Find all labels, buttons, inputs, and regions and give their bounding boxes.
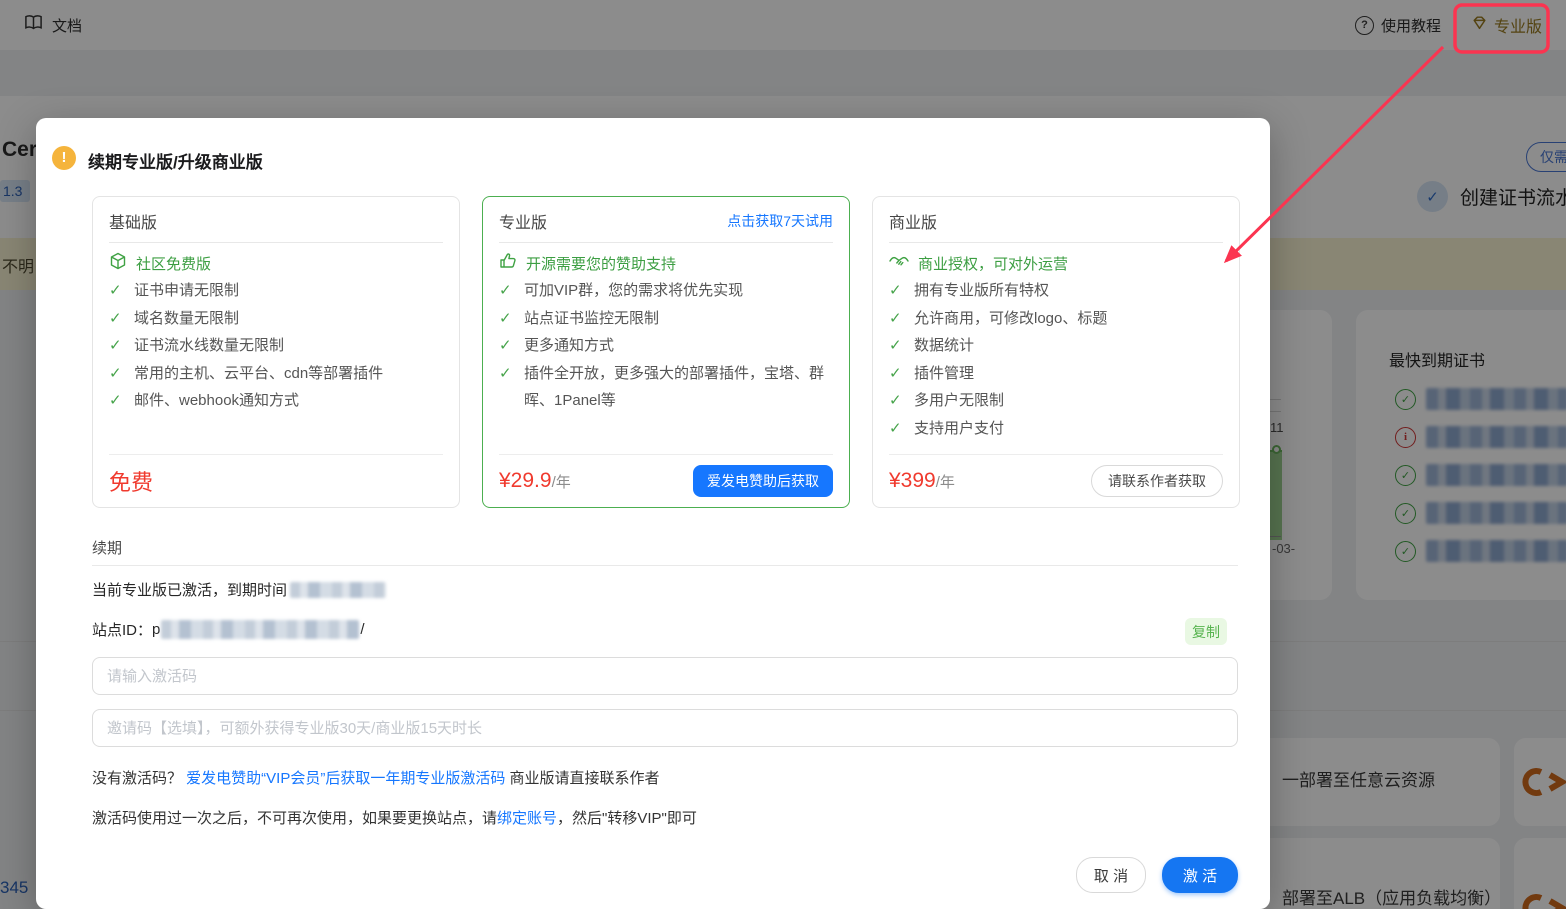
check-icon: [499, 360, 514, 415]
check-icon: [889, 387, 904, 415]
check-icon: [499, 332, 514, 360]
cube-icon: [109, 252, 127, 274]
plan-name: 商业版: [889, 215, 938, 232]
plan-cards: 基础版 社区免费版 证书申请无限制 域名数量无限制 证书流水线数量无限制 常用的…: [92, 196, 1240, 508]
check-icon: [109, 277, 124, 305]
warning-icon: [52, 146, 76, 170]
check-icon: [499, 277, 514, 305]
copy-button[interactable]: 复制: [1185, 618, 1227, 645]
check-icon: [499, 305, 514, 333]
redacted-site-id: [161, 620, 360, 639]
page: 文档 使用教程 专业版 Cer 1.3 不明 345 仅需: [0, 0, 1566, 909]
trial-link[interactable]: 点击获取7天试用: [727, 211, 833, 231]
renew-divider: [92, 565, 1238, 566]
help-line: 没有激活码？ 爱发电赞助“VIP会员”后获取一年期专业版激活码 商业版请直接联系…: [92, 770, 660, 787]
contact-author-button[interactable]: 请联系作者获取: [1091, 465, 1223, 497]
activation-status: 当前专业版已激活，到期时间: [92, 579, 387, 600]
sponsor-link[interactable]: 爱发电赞助“VIP会员”后获取一年期专业版激活码: [186, 770, 505, 787]
site-id-row: 站点ID： p /: [92, 620, 365, 639]
plan-price-free: 免费: [109, 470, 154, 495]
check-icon: [109, 360, 124, 388]
handshake-icon: [889, 253, 909, 273]
plan-price: ¥399/年: [889, 469, 955, 492]
plan-name: 专业版: [499, 215, 548, 232]
plan-feature-list: 可加VIP群，您的需求将优先实现 站点证书监控无限制 更多通知方式 插件全开放，…: [499, 277, 833, 454]
plan-card-basic: 基础版 社区免费版 证书申请无限制 域名数量无限制 证书流水线数量无限制 常用的…: [92, 196, 460, 508]
modal-footer: 取 消 激 活: [1076, 857, 1238, 893]
plan-headline: 商业授权，可对外运营: [918, 255, 1069, 273]
plan-feature-list: 证书申请无限制 域名数量无限制 证书流水线数量无限制 常用的主机、云平台、cdn…: [109, 277, 443, 454]
note-line: 激活码使用过一次之后，不可再次使用，如果要更换站点，请绑定账号，然后"转移VIP…: [92, 810, 697, 827]
redacted-expiry-date: [290, 581, 387, 598]
sponsor-get-button[interactable]: 爱发电赞助后获取: [693, 465, 833, 497]
check-icon: [889, 360, 904, 388]
invite-code-input[interactable]: [92, 709, 1238, 747]
renew-section-label: 续期: [92, 540, 123, 557]
activate-button[interactable]: 激 活: [1162, 857, 1238, 893]
modal-title: 续期专业版/升级商业版: [88, 153, 263, 172]
plan-card-business: 商业版 商业授权，可对外运营 拥有专业版所有特权 允许商用，可修改logo、标题…: [872, 196, 1240, 508]
upgrade-modal: 续期专业版/升级商业版 基础版 社区免费版 证书申请无限制 域名数量无限制 证书…: [36, 118, 1270, 909]
check-icon: [109, 387, 124, 415]
plan-card-pro: 专业版 点击获取7天试用 开源需要您的赞助支持 可加VIP群，您的需求将优先实现…: [482, 196, 850, 508]
thumbs-up-icon: [499, 252, 517, 274]
plan-headline: 社区免费版: [136, 255, 212, 273]
activation-code-input[interactable]: [92, 657, 1238, 695]
check-icon: [889, 305, 904, 333]
plan-price: ¥29.9/年: [499, 469, 571, 492]
plan-name: 基础版: [109, 215, 158, 232]
plan-headline: 开源需要您的赞助支持: [526, 255, 677, 273]
check-icon: [889, 277, 904, 305]
check-icon: [109, 305, 124, 333]
cancel-button[interactable]: 取 消: [1076, 857, 1146, 893]
check-icon: [889, 332, 904, 360]
check-icon: [889, 415, 904, 443]
bind-account-link[interactable]: 绑定账号: [497, 810, 557, 827]
check-icon: [109, 332, 124, 360]
plan-feature-list: 拥有专业版所有特权 允许商用，可修改logo、标题 数据统计 插件管理 多用户无…: [889, 277, 1223, 454]
